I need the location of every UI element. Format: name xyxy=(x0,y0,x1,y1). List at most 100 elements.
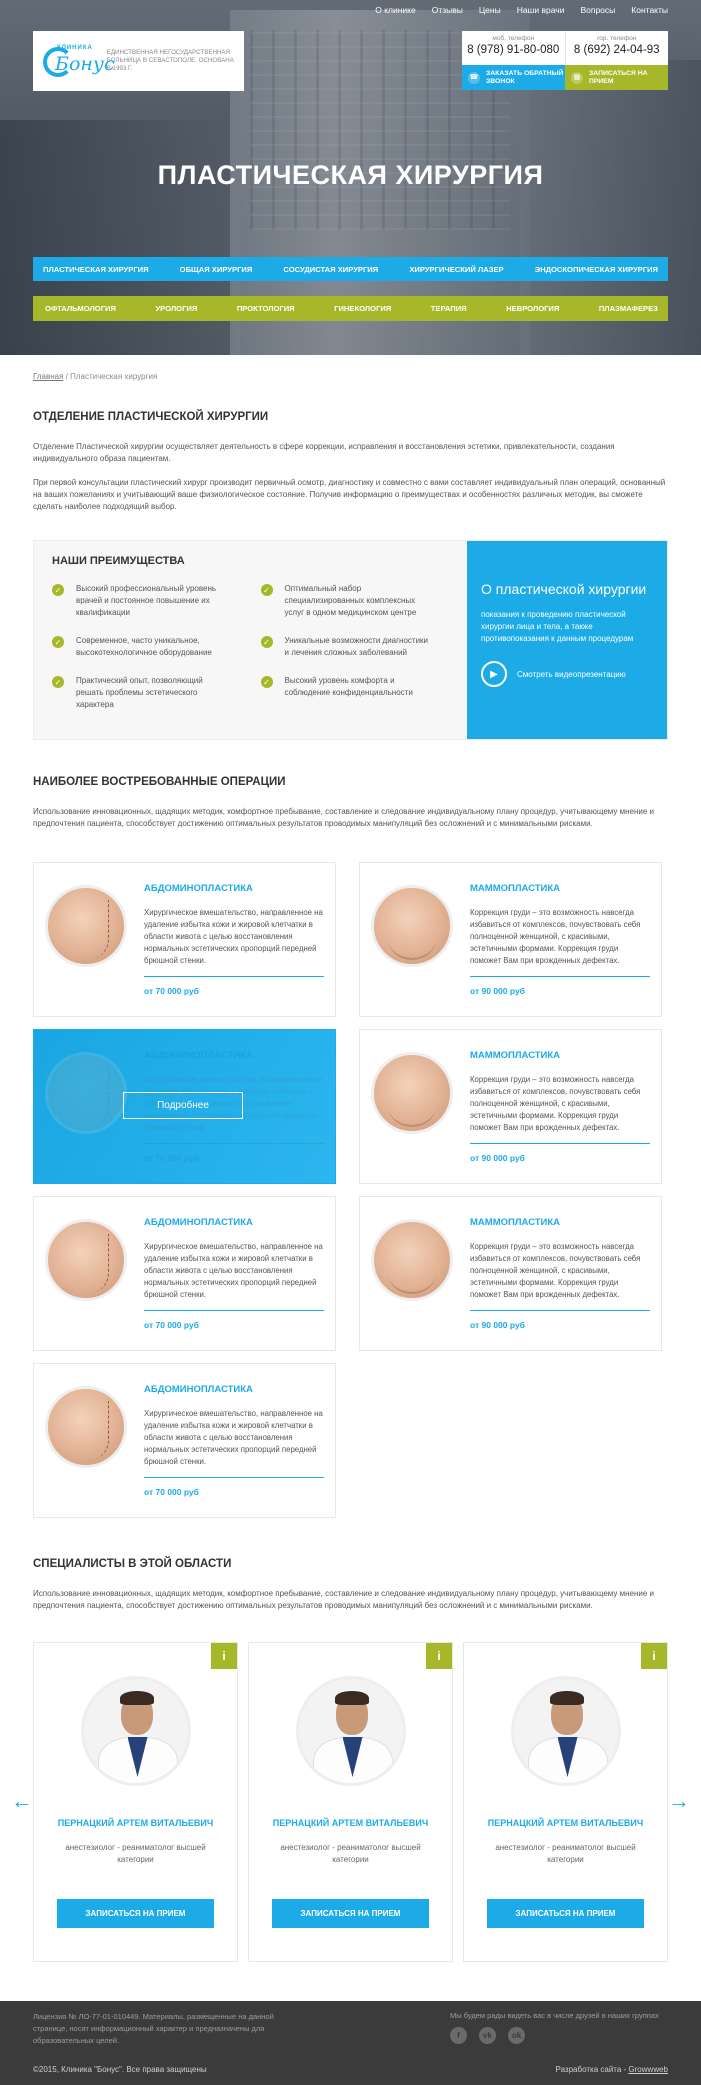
doctor-role: анестезиолог - реаниматолог высшей катег… xyxy=(280,1843,421,1864)
operation-title[interactable]: АБДОМИНОПЛАСТИКА xyxy=(144,883,324,894)
operation-title[interactable]: МАММОПЛАСТИКА xyxy=(470,1050,650,1061)
facebook-icon[interactable]: f xyxy=(450,2027,467,2044)
operation-card[interactable]: АБДОМИНОПЛАСТИКА Хирургическое вмешатель… xyxy=(33,1196,336,1351)
doctor-name[interactable]: ПЕРНАЦКИЙ АРТЕМ ВИТАЛЬЕВИЧ xyxy=(464,1818,667,1828)
department-text: Отделение Пластической хирургии осуществ… xyxy=(33,442,615,463)
menu-item[interactable]: Проктология xyxy=(237,304,295,313)
menu-item[interactable]: Урология xyxy=(155,304,197,313)
menu-item[interactable]: Пластическая хирургия xyxy=(43,265,149,274)
footer: Лицензия № ЛО-77-01-010449. Материалы, р… xyxy=(0,2001,701,2085)
arrow-left-icon[interactable]: ← xyxy=(11,1788,33,1814)
logo-tagline: Единственная негосударственная больница … xyxy=(106,49,234,72)
menu-item[interactable]: Офтальмология xyxy=(45,304,116,313)
department-text: При первой консультации пластический хир… xyxy=(33,478,666,511)
check-icon: ✓ xyxy=(52,636,64,648)
info-icon[interactable]: i xyxy=(211,1643,237,1669)
breast-image xyxy=(371,885,453,967)
top-nav-item[interactable]: Вопросы xyxy=(580,5,615,15)
top-nav-item[interactable]: Контакты xyxy=(631,5,668,15)
menu-item[interactable]: Гинекология xyxy=(334,304,391,313)
vk-icon[interactable]: vk xyxy=(479,2027,496,2044)
license-text: Лицензия № ЛО-77-01-010449. Материалы, р… xyxy=(33,2012,274,2045)
abdomen-image xyxy=(45,885,127,967)
callback-button[interactable]: ☎ Заказать обратный звонок xyxy=(462,65,565,90)
arrow-right-icon[interactable]: → xyxy=(668,1788,690,1814)
logo-big-text: Бонус xyxy=(55,53,115,75)
operation-price: от 70 000 руб xyxy=(144,986,199,996)
advantage-text: Практический опыт, позволяющий решать пр… xyxy=(76,676,203,709)
surgery-menu: Пластическая хирургия Общая хирургия Сос… xyxy=(33,257,668,281)
info-icon[interactable]: i xyxy=(641,1643,667,1669)
odnoklassniki-icon[interactable]: ok xyxy=(508,2027,525,2044)
phones-block: моб. телефон 8 (978) 91-80-080 гор. теле… xyxy=(462,31,668,90)
about-surgery-text: показания к проведению пластической хиру… xyxy=(481,610,634,643)
doctor-photo xyxy=(295,1676,406,1786)
more-button[interactable]: Подробнее xyxy=(123,1092,243,1119)
top-nav-item[interactable]: Отзывы xyxy=(432,5,463,15)
doctor-card: i ПЕРНАЦКИЙ АРТЕМ ВИТАЛЬЕВИЧ анестезиоло… xyxy=(463,1642,668,1962)
operation-title[interactable]: АБДОМИНОПЛАСТИКА xyxy=(144,1050,324,1061)
logo[interactable]: КЛИНИКА Бонус Единственная негосударстве… xyxy=(33,31,244,91)
advantage-item: ✓ Высокий уровень комфорта и соблюдение к… xyxy=(260,675,450,711)
developer-link[interactable]: Growwweb xyxy=(628,2065,668,2074)
operation-title[interactable]: МАММОПЛАСТИКА xyxy=(470,883,650,894)
copyright: ©2015, Клиника "Бонус". Все права защище… xyxy=(33,2065,207,2074)
operation-card[interactable]: МАММОПЛАСТИКА Коррекция груди – это возм… xyxy=(359,1196,662,1351)
advantage-item: ✓ Современное, часто уникальное, высокоте… xyxy=(52,635,241,659)
operations-grid: АБДОМИНОПЛАСТИКА Хирургическое вмешатель… xyxy=(33,862,668,1518)
operation-title[interactable]: АБДОМИНОПЛАСТИКА xyxy=(144,1217,324,1228)
developer-credit: Разработка сайта - Growwweb xyxy=(556,2065,669,2074)
menu-item[interactable]: Неврология xyxy=(506,304,559,313)
book-appointment-button[interactable]: ЗАПИСАТЬСЯ НА ПРИЕМ xyxy=(487,1899,644,1928)
operation-desc: Хирургическое вмешательство, направленно… xyxy=(144,908,323,965)
breadcrumb-home[interactable]: Главная xyxy=(33,372,63,381)
operation-desc: Хирургическое вмешательство, направленно… xyxy=(144,1242,323,1299)
operation-title[interactable]: МАММОПЛАСТИКА xyxy=(470,1217,650,1228)
doctor-name[interactable]: ПЕРНАЦКИЙ АРТЕМ ВИТАЛЬЕВИЧ xyxy=(249,1818,452,1828)
appointment-button[interactable]: ▦ Записаться на прием xyxy=(565,65,668,90)
doctor-name[interactable]: ПЕРНАЦКИЙ АРТЕМ ВИТАЛЬЕВИЧ xyxy=(34,1818,237,1828)
top-nav-item[interactable]: Наши врачи xyxy=(517,5,565,15)
mobile-phone-number[interactable]: 8 (978) 91-80-080 xyxy=(462,44,565,56)
menu-item[interactable]: Терапия xyxy=(431,304,467,313)
operation-card-hover[interactable]: АБДОМИНОПЛАСТИКА Хирургическое вмешатель… xyxy=(33,1029,336,1184)
about-surgery-panel[interactable]: О пластической хирургии показания к пров… xyxy=(467,541,667,739)
doctor-role: анестезиолог - реаниматолог высшей катег… xyxy=(65,1843,206,1864)
operation-card[interactable]: АБДОМИНОПЛАСТИКА Хирургическое вмешатель… xyxy=(33,862,336,1017)
operation-card[interactable]: МАММОПЛАСТИКА Коррекция груди – это возм… xyxy=(359,862,662,1017)
advantages-block: НАШИ ПРЕИМУЩЕСТВА ✓ Высокий профессиональ… xyxy=(33,540,668,740)
menu-item[interactable]: Хирургический лазер xyxy=(409,265,503,274)
operation-price: от 70 000 руб xyxy=(144,1153,199,1163)
logo-small-text: КЛИНИКА xyxy=(57,45,93,51)
check-icon: ✓ xyxy=(260,636,273,648)
advantage-item: ✓ Высокий профессиональный уровень врачей… xyxy=(52,583,241,619)
specialists-title: СПЕЦИАЛИСТЫ В ЭТОЙ ОБЛАСТИ xyxy=(33,1558,232,1570)
menu-item[interactable]: Эндоскопическая хирургия xyxy=(535,265,658,274)
social-text: Мы будем рады видеть вас в числе друзей … xyxy=(450,2011,659,2020)
book-appointment-button[interactable]: ЗАПИСАТЬСЯ НА ПРИЕМ xyxy=(272,1899,429,1928)
book-appointment-button[interactable]: ЗАПИСАТЬСЯ НА ПРИЕМ xyxy=(57,1899,214,1928)
divider xyxy=(470,976,650,977)
info-icon[interactable]: i xyxy=(426,1643,452,1669)
menu-item[interactable]: Плазмаферез xyxy=(599,304,658,313)
operation-desc: Хирургическое вмешательство, направленно… xyxy=(144,1409,323,1466)
breadcrumb: Главная / Пластическая хирургия xyxy=(33,372,668,381)
calendar-icon: ▦ xyxy=(571,71,583,84)
abdomen-image xyxy=(45,1219,127,1301)
specialists-carousel: ← i ПЕРНАЦКИЙ АРТЕМ ВИТАЛЬЕВИЧ анестезио… xyxy=(11,1642,690,1962)
video-link[interactable]: ▶ Смотреть видеопрезентацию xyxy=(481,661,653,687)
city-phone-number[interactable]: 8 (692) 24-04-93 xyxy=(566,44,669,56)
developer-label: Разработка сайта - xyxy=(555,2065,629,2074)
city-phone: гор. телефон 8 (692) 24-04-93 xyxy=(564,31,669,65)
operation-card[interactable]: МАММОПЛАСТИКА Коррекция груди – это возм… xyxy=(359,1029,662,1184)
operation-desc: Коррекция груди – это возможность навсег… xyxy=(470,1242,641,1299)
menu-item[interactable]: Общая хирургия xyxy=(180,265,253,274)
top-nav-item[interactable]: Цены xyxy=(479,5,501,15)
advantages-title: НАШИ ПРЕИМУЩЕСТВА xyxy=(52,555,185,567)
operations-title: НАИБОЛЕЕ ВОСТРЕБОВАННЫЕ ОПЕРАЦИИ xyxy=(33,776,286,788)
top-nav-item[interactable]: О клинике xyxy=(375,5,415,15)
operation-card[interactable]: АБДОМИНОПЛАСТИКА Хирургическое вмешатель… xyxy=(33,1363,336,1518)
menu-item[interactable]: Сосудистая хирургия xyxy=(283,265,378,274)
operation-title[interactable]: АБДОМИНОПЛАСТИКА xyxy=(144,1384,324,1395)
about-surgery-title: О пластической хирургии xyxy=(481,581,647,597)
